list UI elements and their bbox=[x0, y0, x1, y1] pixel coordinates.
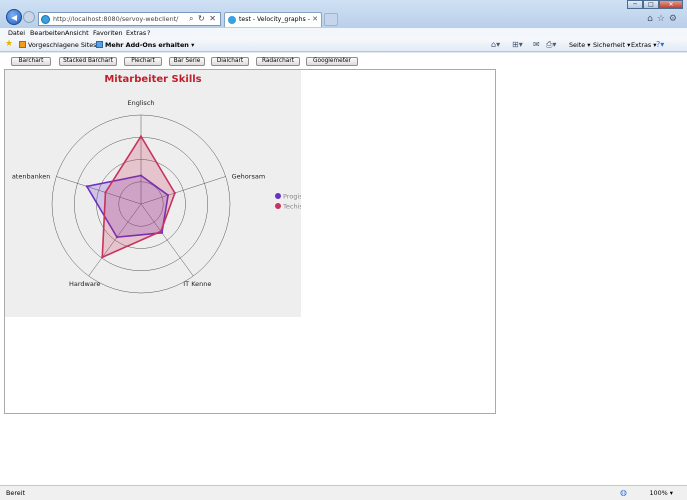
menu-datei[interactable]: Datei bbox=[8, 29, 25, 37]
menu-bar: Datei Bearbeiten Ansicht Favoriten Extra… bbox=[0, 28, 687, 38]
googlemeter-button[interactable]: Googlemeter bbox=[306, 57, 358, 66]
barchart-button[interactable]: Barchart bbox=[11, 57, 51, 66]
radar-chart: Mitarbeiter Skills Englisch Gehorsam IT Ken… bbox=[12, 74, 301, 294]
data-point bbox=[139, 135, 143, 138]
data-point bbox=[101, 256, 104, 259]
menu-favoriten[interactable]: Favoriten bbox=[93, 29, 123, 37]
menu-ansicht[interactable]: Ansicht bbox=[65, 29, 89, 37]
cmd-tools[interactable]: Extras ▾ bbox=[631, 41, 656, 49]
chart-panel: Mitarbeiter Skills Englisch Gehorsam IT Ken… bbox=[4, 69, 496, 414]
page-content: Barchart Stacked Barchart Piechart Bar S… bbox=[0, 53, 687, 485]
cmd-page[interactable]: Seite ▾ bbox=[569, 41, 590, 49]
suggested-sites-icon bbox=[19, 41, 26, 48]
addons-icon bbox=[96, 41, 103, 48]
axis-label: Hardware bbox=[69, 280, 100, 288]
legend-label: Progis bbox=[283, 192, 301, 200]
maximize-button[interactable]: □ bbox=[643, 0, 659, 9]
forward-button[interactable] bbox=[23, 11, 35, 23]
address-text[interactable]: http://localhost:8080/servoy-webclient/?… bbox=[53, 15, 179, 23]
chart-title: Mitarbeiter Skills bbox=[104, 74, 201, 85]
menu-help[interactable]: ? bbox=[147, 29, 150, 37]
fav-suggested-label: Vorgeschlagene Sites ▾ bbox=[28, 41, 102, 49]
bar-serie-button[interactable]: Bar Serie bbox=[169, 57, 205, 66]
new-tab-button[interactable] bbox=[324, 13, 338, 26]
series-polygon-techis bbox=[101, 135, 176, 259]
data-point bbox=[159, 230, 162, 233]
help-icon[interactable]: ?▾ bbox=[656, 40, 664, 49]
zoom-level[interactable]: 100% ▾ bbox=[649, 489, 673, 497]
fav-suggested-sites[interactable]: Vorgeschlagene Sites ▾ bbox=[19, 41, 102, 49]
home-star-gear-icon[interactable]: ⌂☆⚙ bbox=[647, 14, 681, 24]
axis-label: Englisch bbox=[127, 99, 154, 107]
data-point bbox=[173, 191, 176, 195]
zone-globe-icon: ◍ bbox=[620, 488, 627, 497]
cmd-safety[interactable]: Sicherheit ▾ bbox=[593, 41, 630, 49]
favorites-bar: ★ Vorgeschlagene Sites ▾ Mehr Add-Ons er… bbox=[0, 38, 687, 52]
radarchart-button[interactable]: Radarchart bbox=[256, 57, 300, 66]
tab-active[interactable]: test - Velocity_graphs - Serv... ✕ bbox=[224, 12, 322, 27]
site-favicon-icon bbox=[41, 15, 50, 24]
piechart-button[interactable]: Piechart bbox=[124, 57, 162, 66]
legend-marker bbox=[275, 193, 281, 199]
feeds-icon[interactable]: ⊞▾ bbox=[512, 40, 523, 49]
window-controls: ─ □ ✕ bbox=[627, 0, 683, 9]
data-point bbox=[85, 185, 88, 188]
stacked-barchart-button[interactable]: Stacked Barchart bbox=[59, 57, 117, 66]
legend-marker bbox=[275, 203, 281, 209]
menu-bearbeiten[interactable]: Bearbeiten bbox=[30, 29, 65, 37]
address-actions-icon[interactable]: ⌕ ↻ ✕ bbox=[189, 14, 217, 24]
legend-label: Techis bbox=[282, 202, 301, 210]
address-bar[interactable]: http://localhost:8080/servoy-webclient/?… bbox=[38, 12, 221, 26]
favorites-star-icon[interactable]: ★ bbox=[5, 39, 13, 49]
close-window-button[interactable]: ✕ bbox=[659, 0, 683, 9]
fav-addons-label: Mehr Add-Ons erhalten ▾ bbox=[105, 41, 195, 49]
back-button[interactable] bbox=[6, 9, 22, 25]
axis-label: Gehorsam bbox=[232, 172, 266, 180]
status-text: Bereit bbox=[6, 489, 26, 497]
home-dropdown-icon[interactable]: ⌂▾ bbox=[491, 40, 500, 49]
axis-label: IT Kenne bbox=[183, 280, 211, 288]
fav-addons[interactable]: Mehr Add-Ons erhalten ▾ bbox=[96, 41, 194, 49]
dialchart-button[interactable]: Dialchart bbox=[211, 57, 249, 66]
data-point bbox=[104, 191, 107, 194]
minimize-button[interactable]: ─ bbox=[627, 0, 643, 9]
browser-titlebar: http://localhost:8080/servoy-webclient/?… bbox=[0, 0, 687, 28]
mail-icon[interactable]: ✉ bbox=[533, 40, 540, 49]
tab-close-icon[interactable]: ✕ bbox=[312, 15, 318, 23]
menu-extras[interactable]: Extras bbox=[126, 29, 146, 37]
print-icon[interactable]: ⎙▾ bbox=[546, 40, 556, 50]
status-bar: Bereit ◍ 100% ▾ bbox=[0, 485, 687, 500]
axis-label: atenbanken bbox=[12, 172, 51, 180]
tab-favicon-icon bbox=[228, 16, 236, 24]
tab-title: test - Velocity_graphs - Serv... bbox=[239, 16, 311, 23]
